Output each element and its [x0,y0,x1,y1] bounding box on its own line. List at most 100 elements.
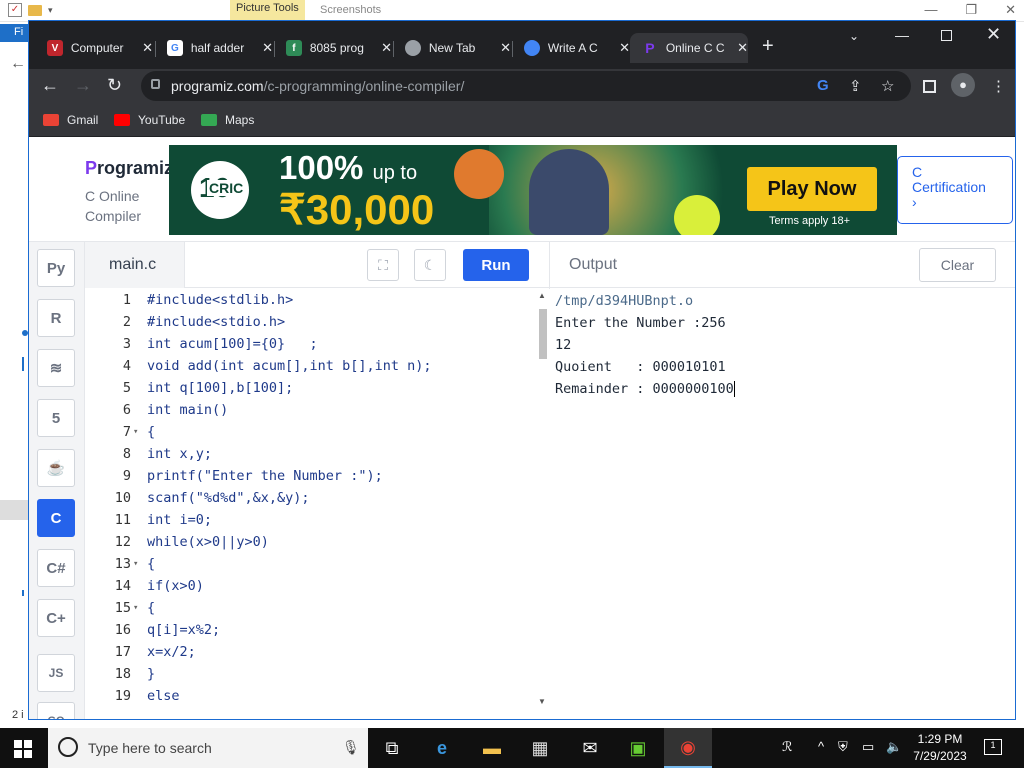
code-text: int i=0; [147,512,213,528]
fold-toggle-icon[interactable]: ▾ [133,597,138,619]
task-view-icon[interactable]: ⧉ [368,728,416,768]
bookmark-star-icon[interactable]: ☆ [881,77,894,95]
close-tab-icon[interactable]: ✕ [619,40,630,56]
tab-8085-prog[interactable]: f 8085 prog ✕ [274,33,392,63]
output-panel: Output Clear /tmp/d394HUBnpt.o Enter the … [550,242,1015,719]
system-clock[interactable]: 1:29 PM 7/29/2023 [905,731,975,765]
new-folder-icon[interactable] [28,4,42,16]
forward-icon[interactable]: → [74,75,92,96]
bookmark-maps[interactable]: Maps [201,113,254,127]
javascript-icon[interactable]: JS [37,654,75,692]
new-tab-icon[interactable]: + [762,35,774,58]
programiz-logo[interactable]: Programiz [85,158,173,179]
bookmark-gmail[interactable]: Gmail [43,113,98,127]
c-language-icon[interactable]: C [37,499,75,537]
line-number: 1 [122,292,131,308]
tab-half-adder[interactable]: G half adder ✕ [155,33,273,63]
back-icon[interactable]: ← [41,75,59,96]
line-number: 9 [122,468,131,484]
selected-row[interactable] [0,500,28,520]
scroll-down-icon[interactable]: ▼ [538,697,546,706]
show-hidden-icons-chevron[interactable]: ^ [818,739,824,754]
profile-avatar-icon[interactable]: ● [951,73,975,97]
lock-icon[interactable] [151,79,160,89]
code-editor[interactable]: main.c ⛶ ☾ Run 1 #include<stdlib.h> 2 #incl… [85,242,550,719]
url-text[interactable]: programiz.com/c-programming/online-compi… [171,78,464,94]
clear-button[interactable]: Clear [919,248,996,282]
go-icon[interactable]: GO [37,702,75,719]
play-now-button[interactable]: Play Now [747,167,877,211]
output-line: Enter the Number :256 [555,315,726,331]
tab-online-c-compiler[interactable]: P Online C C ✕ [630,33,748,63]
sql-database-icon[interactable]: ≋ [37,349,75,387]
chrome-taskbar-icon[interactable]: ◉ [664,728,712,768]
output-header: Output Clear [550,242,1015,288]
r-icon[interactable]: R [37,299,75,337]
volume-muted-icon[interactable]: 🔈 [886,739,902,755]
browser-toolbar: ← → ↻ programiz.com/c-programming/online… [29,69,1015,105]
network-icon[interactable]: ▭ [862,739,874,755]
reload-icon[interactable]: ↻ [107,75,122,96]
restore-icon[interactable]: ❐ [965,2,977,18]
tab-new-tab[interactable]: New Tab ✕ [393,33,511,63]
java-icon[interactable]: ☕ [37,449,75,487]
close-tab-icon[interactable]: ✕ [737,40,748,56]
editor-header: main.c ⛶ ☾ Run [85,242,550,288]
fold-toggle-icon[interactable]: ▾ [133,421,138,443]
fold-toggle-icon[interactable]: ▾ [133,553,138,575]
code-area[interactable]: 1 #include<stdlib.h> 2 #include<stdio.h> 3 in… [85,289,535,719]
close-icon[interactable]: ✕ [1005,2,1016,18]
minimize-icon[interactable]: — [924,2,937,18]
google-lens-icon[interactable]: G [817,77,829,94]
properties-icon[interactable]: ✓ [8,3,22,17]
edge-icon[interactable]: e [418,728,466,768]
bookmark-youtube[interactable]: YouTube [114,113,185,127]
share-icon[interactable]: ⇪ [849,77,862,95]
csharp-icon[interactable]: C# [37,549,75,587]
notification-center-icon[interactable]: 1 [984,739,1002,755]
people-icon[interactable]: ℛ [782,739,792,755]
close-window-icon[interactable]: ✕ [986,24,1001,45]
address-bar[interactable]: programiz.com/c-programming/online-compi… [141,71,911,101]
back-arrow-icon[interactable]: ← [10,55,26,73]
code-text: } [147,666,156,682]
scrollbar-thumb[interactable] [539,309,547,359]
tab-title: Write A C [547,41,598,55]
security-icon[interactable]: ⛨ [838,739,848,755]
close-tab-icon[interactable]: ✕ [381,40,392,56]
store-icon[interactable]: ▦ [516,728,564,768]
app-icon[interactable]: ▣ [614,728,662,768]
tab-write-a-c[interactable]: Write A C ✕ [512,33,630,63]
run-button[interactable]: Run [463,249,529,281]
browser-window: V Computer ✕ G half adder ✕ f 8085 prog … [28,20,1016,720]
python-icon[interactable]: Py [37,249,75,287]
file-explorer-icon[interactable]: ▬ [468,728,516,768]
html5-icon[interactable]: 5 [37,399,75,437]
cpp-icon[interactable]: C+ [37,599,75,637]
dark-mode-moon-icon[interactable]: ☾ [414,249,446,281]
scroll-up-icon[interactable]: ▲ [538,291,546,300]
close-tab-icon[interactable]: ✕ [262,40,273,56]
tab-search-chevron-icon[interactable]: ⌄ [849,29,859,43]
advertisement-banner[interactable]: 10 CRIC 100% up to ₹30,000 Play Now Term… [169,145,897,235]
fullscreen-icon[interactable]: ⛶ [367,249,399,281]
taskbar-search-box[interactable]: Type here to search 🎙 [48,728,368,768]
side-panel-icon[interactable] [923,80,936,93]
windows-start-icon[interactable] [14,740,32,758]
c-certification-link[interactable]: C Certification › [897,156,1013,224]
output-console[interactable]: /tmp/d394HUBnpt.o Enter the Number :256 12… [555,290,735,400]
minimize-icon[interactable]: — [895,27,909,43]
editor-scrollbar[interactable]: ▲ ▼ [536,289,550,719]
close-tab-icon[interactable]: ✕ [142,40,153,56]
close-tab-icon[interactable]: ✕ [500,40,511,56]
tab-title: Computer [70,41,124,55]
picture-tools-tab[interactable]: Picture Tools [230,0,305,20]
customize-dropdown-icon[interactable]: ▾ [48,5,53,16]
file-ribbon-tab[interactable]: Fi [0,24,28,42]
tab-computer[interactable]: V Computer ✕ [35,33,153,63]
file-tab[interactable]: main.c [85,242,185,288]
menu-kebab-icon[interactable]: ⋮ [991,77,1006,95]
maximize-icon[interactable] [941,30,952,41]
microphone-icon[interactable]: 🎙 [342,739,360,756]
mail-icon[interactable]: ✉ [566,728,614,768]
